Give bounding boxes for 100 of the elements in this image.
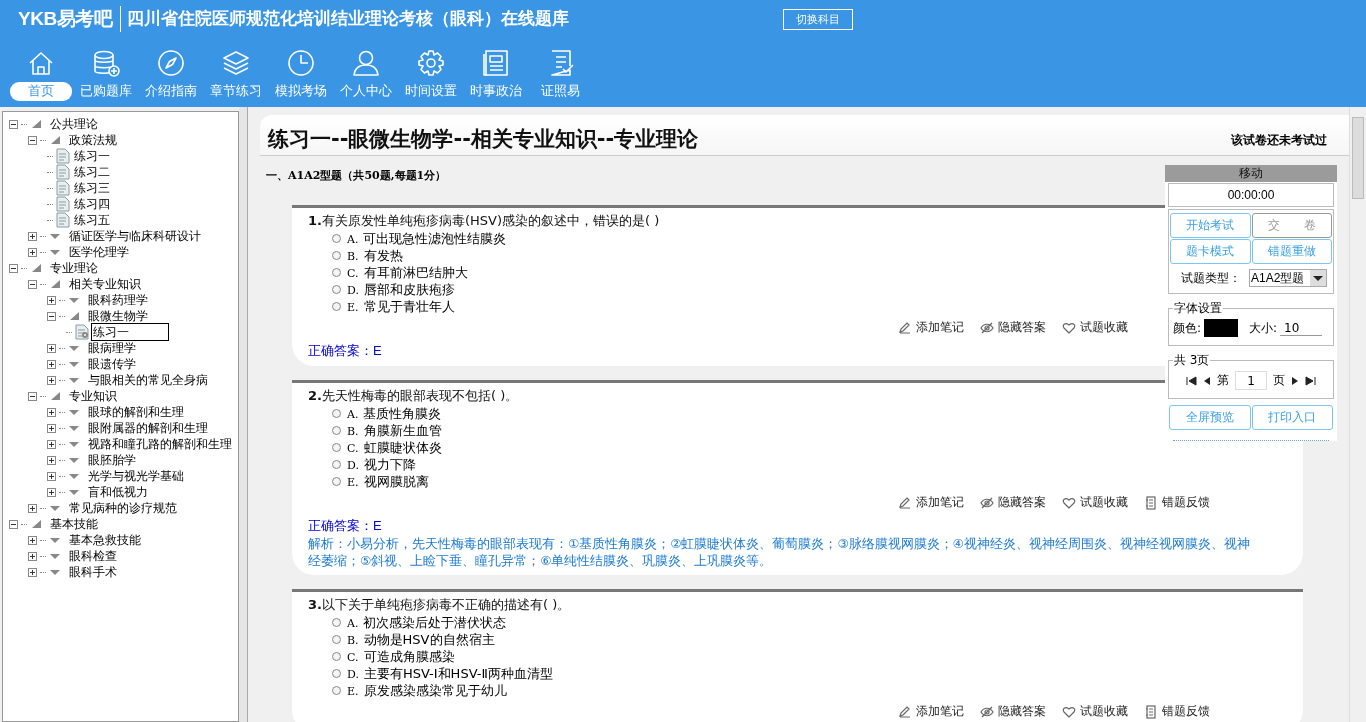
action-link[interactable]: 添加笔记 [898, 319, 964, 336]
option-text: C. 有耳前淋巴结肿大 [347, 263, 468, 282]
heart-icon [1062, 704, 1076, 719]
action-link[interactable]: 添加笔记 [898, 703, 964, 720]
gear-icon [415, 48, 446, 78]
tree-item[interactable]: 常见病种的诊疗规范 [67, 499, 179, 517]
expand-icon[interactable] [28, 503, 37, 513]
tree-item[interactable]: 盲和低视力 [86, 483, 150, 501]
tree-item[interactable]: 练习一 [91, 323, 169, 341]
collapse-icon[interactable] [9, 519, 18, 529]
action-link[interactable]: 隐藏答案 [980, 319, 1046, 336]
tree-item[interactable]: 眼球的解剖和生理 [86, 403, 186, 421]
expand-icon[interactable] [47, 359, 56, 369]
tree-item[interactable]: 基本急救技能 [67, 531, 143, 549]
tree-item[interactable]: 专业理论 [48, 259, 100, 277]
expand-icon[interactable] [47, 295, 56, 305]
tree-item[interactable]: 眼附属器的解剖和生理 [86, 419, 210, 437]
tree-item[interactable]: 循证医学与临床科研设计 [67, 227, 203, 245]
tree-item[interactable]: 专业知识 [67, 387, 119, 405]
action-link[interactable]: 错题反馈 [1144, 494, 1210, 511]
expand-icon[interactable] [47, 487, 56, 497]
action-link[interactable]: 错题反馈 [1144, 703, 1210, 720]
previous-page-icon[interactable] [1203, 375, 1211, 386]
collapse-icon[interactable] [9, 119, 18, 129]
action-link[interactable]: 试题收藏 [1062, 494, 1128, 511]
radio-button[interactable] [332, 618, 341, 627]
radio-button[interactable] [332, 409, 341, 418]
tree-item[interactable]: 眼科检查 [67, 547, 119, 565]
next-page-icon[interactable] [1291, 375, 1299, 386]
expand-icon[interactable] [47, 407, 56, 417]
tree-item[interactable]: 医学伦理学 [67, 243, 131, 261]
option-text: D. 主要有HSV-Ⅰ和HSV-Ⅱ两种血清型 [347, 664, 553, 683]
radio-button[interactable] [332, 302, 341, 311]
collapse-icon[interactable] [9, 263, 18, 273]
collapse-icon[interactable] [28, 391, 37, 401]
caret-icon [49, 551, 61, 561]
tree-item[interactable]: 与眼相关的常见全身病 [86, 371, 210, 389]
first-page-icon[interactable] [1186, 375, 1197, 386]
radio-button[interactable] [332, 285, 341, 294]
action-link[interactable]: 试题收藏 [1062, 319, 1128, 336]
color-swatch[interactable] [1204, 319, 1239, 337]
tree-item[interactable]: 练习一 [72, 147, 112, 165]
option-text: E. 视网膜脱离 [347, 472, 429, 491]
tree-item[interactable]: 政策法规 [67, 131, 119, 149]
option-text: B. 角膜新生血管 [347, 421, 442, 440]
size-label: 大小: [1249, 319, 1278, 337]
tree-item[interactable]: 练习五 [72, 211, 112, 229]
type-dropdown[interactable]: A1A2型题 [1249, 269, 1327, 287]
size-field[interactable]: 10 [1280, 320, 1323, 336]
expand-icon[interactable] [47, 455, 56, 465]
expand-icon[interactable] [28, 231, 37, 241]
radio-button[interactable] [332, 652, 341, 661]
collapse-icon[interactable] [47, 311, 56, 321]
panel-header[interactable]: 移动 [1165, 165, 1337, 182]
caret-icon [49, 535, 61, 545]
tree-item[interactable]: 眼遗传学 [86, 355, 138, 373]
expand-icon[interactable] [28, 551, 37, 561]
action-link[interactable]: 隐藏答案 [980, 494, 1046, 511]
tree-item[interactable]: 相关专业知识 [67, 275, 143, 293]
option-text: D. 视力下降 [347, 455, 416, 474]
expand-icon[interactable] [47, 423, 56, 433]
action-link[interactable]: 隐藏答案 [980, 703, 1046, 720]
action-link[interactable]: 添加笔记 [898, 494, 964, 511]
tree-item[interactable]: 眼微生物学 [86, 307, 150, 325]
person-icon [350, 48, 381, 78]
radio-button[interactable] [332, 268, 341, 277]
tree-item[interactable]: 眼科药理学 [86, 291, 150, 309]
expand-icon[interactable] [28, 535, 37, 545]
radio-button[interactable] [332, 426, 341, 435]
tree-item[interactable]: 练习三 [72, 179, 112, 197]
collapse-icon[interactable] [28, 279, 37, 289]
tree-item[interactable]: 光学与视光学基础 [86, 467, 186, 485]
radio-button[interactable] [332, 460, 341, 469]
radio-button[interactable] [332, 234, 341, 243]
action-link[interactable]: 试题收藏 [1062, 703, 1128, 720]
radio-button[interactable] [332, 669, 341, 678]
expand-icon[interactable] [47, 471, 56, 481]
tree-item[interactable]: 练习二 [72, 163, 112, 181]
expand-icon[interactable] [47, 375, 56, 385]
radio-button[interactable] [332, 686, 341, 695]
tree-item[interactable]: 眼科手术 [67, 563, 119, 581]
expand-icon[interactable] [28, 567, 37, 577]
expand-icon[interactable] [47, 343, 56, 353]
radio-button[interactable] [332, 635, 341, 644]
collapse-icon[interactable] [28, 135, 37, 145]
tree-item[interactable]: 视路和瞳孔路的解剖和生理 [86, 435, 234, 453]
radio-button[interactable] [332, 477, 341, 486]
tree-item[interactable]: 眼病理学 [86, 339, 138, 357]
tree-item[interactable]: 公共理论 [48, 115, 100, 133]
radio-button[interactable] [332, 443, 341, 452]
radio-button[interactable] [332, 251, 341, 260]
last-page-icon[interactable] [1305, 375, 1316, 386]
scrollbar-thumb[interactable] [1352, 117, 1364, 199]
expand-icon[interactable] [28, 247, 37, 257]
tree-item[interactable]: 眼胚胎学 [86, 451, 138, 469]
caret-icon [49, 231, 61, 241]
tree-item[interactable]: 基本技能 [48, 515, 100, 533]
page-field[interactable]: 1 [1235, 371, 1267, 390]
expand-icon[interactable] [47, 439, 56, 449]
tree-item[interactable]: 练习四 [72, 195, 112, 213]
